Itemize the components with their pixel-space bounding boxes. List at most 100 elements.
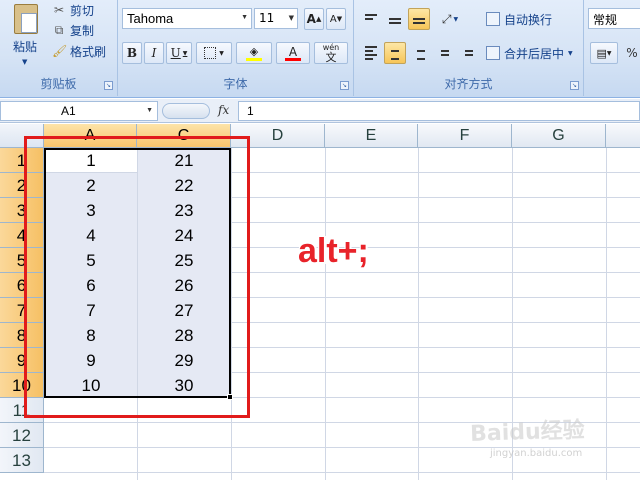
alignment-dialog-launcher-icon[interactable]: ↘ — [570, 81, 579, 90]
phonetic-button[interactable]: wén 文 — [314, 42, 348, 64]
align-left-icon — [365, 46, 377, 60]
clipboard-dialog-launcher-icon[interactable]: ↘ — [104, 81, 113, 90]
wrap-text-icon — [486, 12, 500, 26]
select-all-corner[interactable] — [0, 124, 44, 148]
row-header[interactable]: 9 — [0, 348, 44, 373]
align-center-button[interactable] — [384, 42, 406, 64]
fill-color-swatch — [246, 57, 262, 61]
wrap-text-label: 自动换行 — [504, 12, 553, 27]
font-color-label: A — [288, 44, 298, 59]
align-middle-button[interactable] — [384, 8, 406, 30]
format-painter-button[interactable]: 🖌 格式刷 — [52, 41, 106, 61]
fill-handle[interactable] — [227, 394, 233, 400]
scissors-icon: ✂ — [53, 3, 65, 17]
formula-bar-splitter[interactable] — [162, 103, 210, 119]
decrease-indent-button[interactable] — [432, 42, 454, 64]
cell-a1[interactable]: 1 — [45, 148, 137, 173]
cell-a6[interactable]: 6 — [45, 273, 137, 298]
cell-c8[interactable]: 28 — [138, 323, 230, 348]
wrap-text-button[interactable]: 自动换行 — [486, 9, 552, 29]
name-box[interactable]: A1 ▼ — [0, 101, 158, 121]
paint-bucket-icon: ◈ — [249, 44, 259, 58]
italic-button[interactable]: I — [144, 42, 164, 64]
underline-label: U — [170, 46, 181, 60]
cell-a5[interactable]: 5 — [45, 248, 137, 273]
row-header[interactable]: 8 — [0, 323, 44, 348]
percent-button[interactable]: % — [622, 42, 640, 64]
cell-a2[interactable]: 2 — [45, 173, 137, 198]
cell-c2[interactable]: 22 — [138, 173, 230, 198]
chevron-down-icon: ▼ — [568, 49, 573, 57]
merge-center-button[interactable]: 合并后居中 ▼ — [486, 43, 573, 63]
cell-a9[interactable]: 9 — [45, 348, 137, 373]
bold-button[interactable]: B — [122, 42, 142, 64]
align-bottom-button[interactable] — [408, 8, 430, 30]
paste-icon — [14, 4, 38, 34]
cell-a8[interactable]: 8 — [45, 323, 137, 348]
orientation-button[interactable]: ⤢ ▼ — [434, 8, 466, 30]
align-right-icon — [413, 46, 425, 60]
row-header[interactable]: 1 — [0, 148, 44, 173]
row-header[interactable]: 6 — [0, 273, 44, 298]
formula-input[interactable]: 1 — [238, 101, 640, 121]
font-dialog-launcher-icon[interactable]: ↘ — [340, 81, 349, 90]
worksheet[interactable]: A C D E F G 1 2 3 4 5 6 7 8 9 10 11 12 1… — [0, 124, 640, 480]
font-group: Tahoma ▼ 11 ▼ A▲ A▼ B I U▼ ▼ ◈ A wén — [118, 0, 354, 96]
chevron-down-icon: ▼ — [606, 49, 612, 57]
cell-c6[interactable]: 26 — [138, 273, 230, 298]
shortcut-annotation: alt+; — [298, 232, 369, 270]
insert-function-icon[interactable]: fx — [218, 103, 229, 117]
column-header-h[interactable] — [606, 124, 640, 148]
column-header-a[interactable]: A — [44, 124, 137, 148]
cell-c10[interactable]: 30 — [138, 373, 230, 398]
cell-a3[interactable]: 3 — [45, 198, 137, 223]
align-middle-icon — [389, 14, 401, 24]
copy-button[interactable]: ⧉ 复制 — [52, 20, 94, 40]
paste-button[interactable]: 粘贴 ▼ — [6, 2, 44, 70]
column-header-g[interactable]: G — [512, 124, 606, 148]
column-header-c[interactable]: C — [137, 124, 231, 148]
row-header[interactable]: 2 — [0, 173, 44, 198]
align-left-button[interactable] — [360, 42, 382, 64]
row-header[interactable]: 12 — [0, 423, 44, 448]
cell-a4[interactable]: 4 — [45, 223, 137, 248]
cell-c3[interactable]: 23 — [138, 198, 230, 223]
alignment-group: ⤢ ▼ 自动换行 合并后居中 ▼ 对齐方式 ↘ — [354, 0, 584, 96]
column-header-d[interactable]: D — [231, 124, 325, 148]
font-color-button[interactable]: A — [276, 42, 310, 64]
cut-button[interactable]: ✂ 剪切 — [52, 0, 94, 20]
cell-c7[interactable]: 27 — [138, 298, 230, 323]
cell-c1[interactable]: 21 — [138, 148, 230, 173]
underline-button[interactable]: U ▼ — [166, 42, 192, 64]
column-header-e[interactable]: E — [325, 124, 418, 148]
number-format-select[interactable]: 常规 — [588, 8, 640, 29]
name-box-value: A1 — [61, 104, 76, 118]
cell-c9[interactable]: 29 — [138, 348, 230, 373]
row-header[interactable]: 7 — [0, 298, 44, 323]
increase-indent-button[interactable] — [456, 42, 478, 64]
column-header-f[interactable]: F — [418, 124, 512, 148]
row-header[interactable]: 3 — [0, 198, 44, 223]
font-name-select[interactable]: Tahoma ▼ — [122, 8, 252, 29]
cell-c5[interactable]: 25 — [138, 248, 230, 273]
cell-a10[interactable]: 10 — [45, 373, 137, 398]
row-header[interactable]: 10 — [0, 373, 44, 398]
accounting-format-button[interactable]: ▤ ▼ — [590, 42, 618, 64]
number-group: 常规 ▤ ▼ % — [584, 0, 640, 96]
formula-bar: A1 ▼ fx 1 — [0, 99, 640, 123]
shrink-font-button[interactable]: A ▼ — [326, 8, 346, 30]
cell-a7[interactable]: 7 — [45, 298, 137, 323]
increase-indent-icon — [461, 46, 473, 60]
font-color-swatch — [285, 57, 301, 61]
grow-font-button[interactable]: A ▲ — [304, 8, 324, 30]
borders-button[interactable]: ▼ — [196, 42, 232, 64]
row-header[interactable]: 4 — [0, 223, 44, 248]
row-header[interactable]: 13 — [0, 448, 44, 473]
align-top-button[interactable] — [360, 8, 382, 30]
fill-color-button[interactable]: ◈ — [236, 42, 272, 64]
cell-c4[interactable]: 24 — [138, 223, 230, 248]
row-header[interactable]: 5 — [0, 248, 44, 273]
row-header[interactable]: 11 — [0, 398, 44, 423]
font-size-select[interactable]: 11 ▼ — [254, 8, 298, 29]
align-right-button[interactable] — [408, 42, 430, 64]
